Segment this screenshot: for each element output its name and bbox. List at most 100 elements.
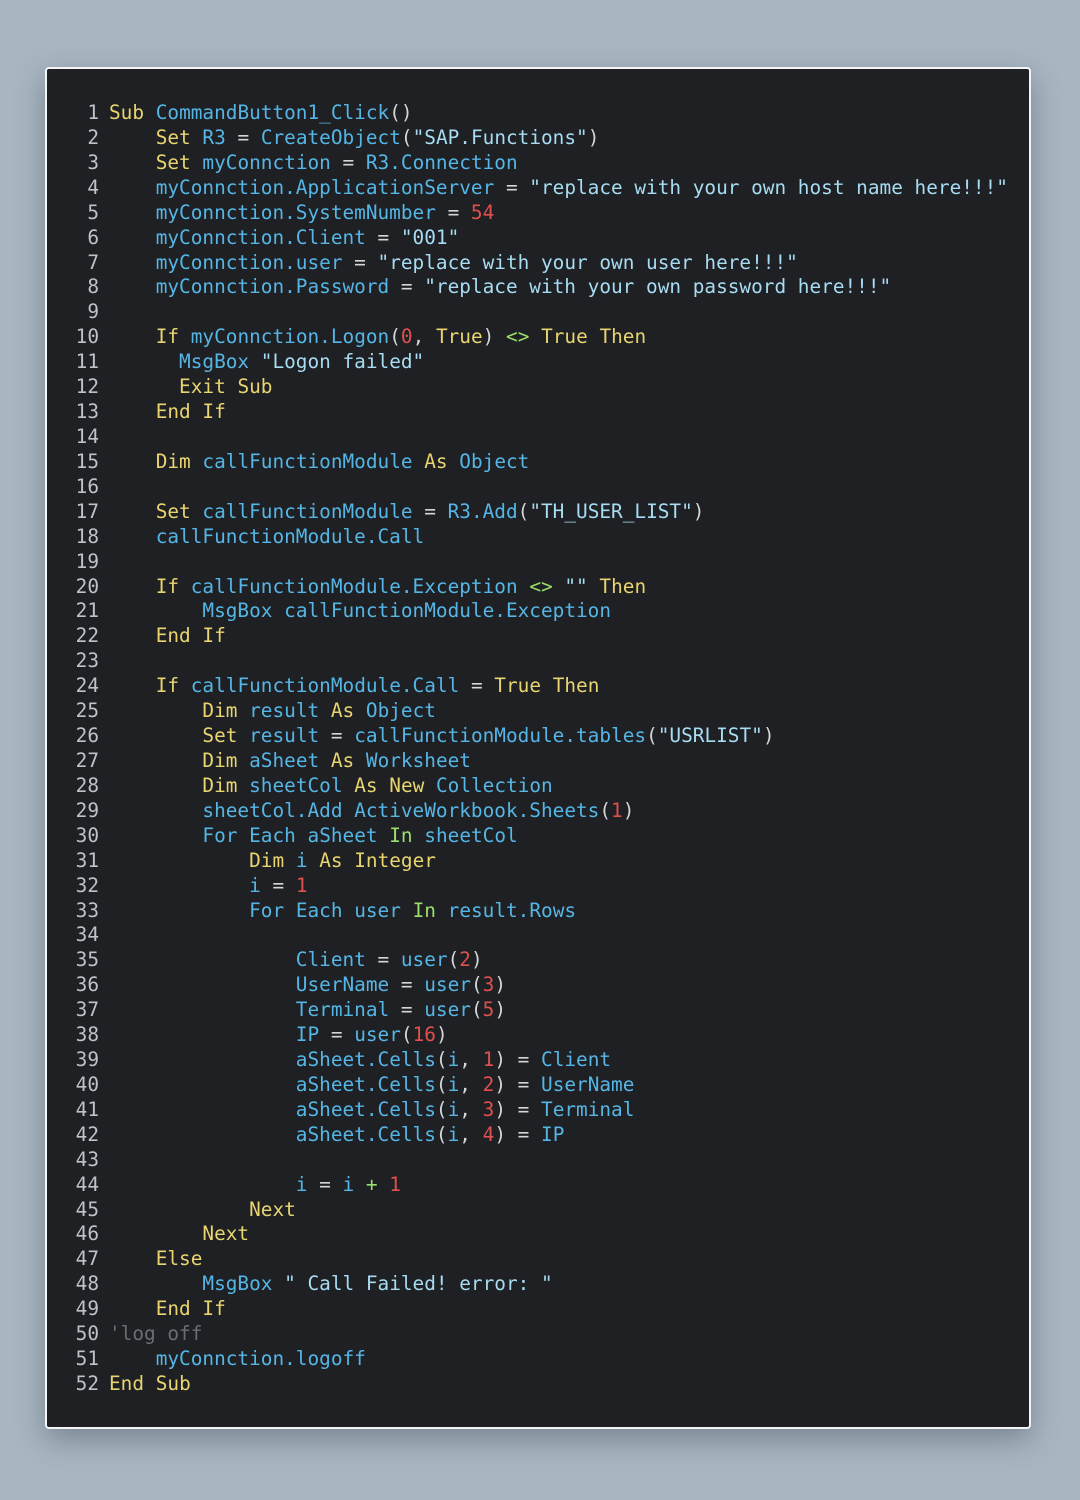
code-line: 42 aSheet.Cells(i, 4) = IP (47, 1123, 1008, 1148)
code-token: "SAP.Functions" (412, 125, 588, 149)
code-token: = (459, 674, 495, 698)
code-token: ) (435, 1023, 448, 1047)
code-token: callFunctionModule.Call (155, 524, 425, 548)
code-token: user (400, 948, 448, 972)
code-token: End (109, 1372, 145, 1396)
code-token: = (260, 873, 296, 897)
code-line: 50 'log off (47, 1322, 1008, 1347)
line-number: 3 (87, 150, 99, 174)
line-number: 44 (75, 1172, 99, 1196)
code-token: True (435, 325, 483, 349)
code-token: If (202, 400, 226, 424)
code-line: 26 Set result = callFunctionModule.table… (47, 724, 1008, 749)
line-number: 18 (75, 524, 99, 548)
code-token: , (459, 1048, 483, 1072)
code-token: user (424, 998, 471, 1022)
line-number: 19 (75, 549, 99, 573)
code-token: "Logon failed" (260, 350, 425, 374)
code-token: ) = (494, 1122, 542, 1146)
code-token: CommandButton1_Click (155, 101, 390, 124)
line-number: 52 (75, 1372, 99, 1396)
code-token: Collection (435, 773, 553, 797)
code-token: UserName (295, 973, 390, 997)
code-line: 27 Dim aSheet As Worksheet (47, 749, 1008, 774)
code-token: Set (155, 150, 191, 174)
code-line: 31 Dim i As Integer (47, 849, 1008, 874)
code-token: = (365, 225, 401, 249)
line-number: 12 (75, 375, 99, 399)
code-token: As (319, 848, 343, 872)
code-token: ) = (494, 1072, 542, 1096)
code-token: () (389, 101, 413, 124)
code-line: 44 i = i + 1 (47, 1173, 1008, 1198)
code-token: i (342, 1172, 355, 1196)
line-number: 43 (75, 1147, 99, 1171)
line-number: 22 (75, 624, 99, 648)
code-line: 7 myConnction.user = "replace with your … (47, 251, 1008, 276)
code-token: 0 (400, 325, 413, 349)
code-token: Client (541, 1048, 612, 1072)
code-line: 18 callFunctionModule.Call (47, 525, 1008, 550)
code-token: result (249, 724, 320, 748)
line-number: 4 (87, 175, 99, 199)
code-token: Dim (202, 773, 238, 797)
code-token: Next (202, 1222, 250, 1246)
code-token: user (354, 898, 401, 922)
code-token: ) (692, 499, 705, 523)
code-token: R3 (202, 125, 226, 149)
code-token: callFunctionModule.Exception (284, 599, 612, 623)
code-token: For (249, 898, 285, 922)
code-token: "replace with your own password here!!!" (424, 275, 892, 299)
code-token: , (412, 325, 436, 349)
code-line: 39 aSheet.Cells(i, 1) = Client (47, 1048, 1008, 1073)
line-number: 7 (87, 250, 99, 274)
code-token: "TH_USER_LIST" (529, 499, 693, 523)
code-token: = (319, 724, 355, 748)
code-token: For (202, 823, 238, 847)
code-line: 2 Set R3 = CreateObject("SAP.Functions") (47, 126, 1008, 151)
code-line: 47 Else (47, 1247, 1008, 1272)
code-token: Set (155, 499, 191, 523)
code-line: 29 sheetCol.Add ActiveWorkbook.Sheets(1) (47, 799, 1008, 824)
code-line: 41 aSheet.Cells(i, 3) = Terminal (47, 1098, 1008, 1123)
line-number: 14 (75, 424, 99, 448)
code-token: "" (564, 574, 588, 598)
code-token: " Call Failed! error: " (284, 1272, 553, 1296)
code-token: Each (249, 823, 296, 847)
code-token: Object (459, 449, 530, 473)
code-token: i (295, 848, 308, 872)
code-line: 24 If callFunctionModule.Call = True The… (47, 674, 1008, 699)
line-number: 46 (75, 1222, 99, 1246)
line-number: 42 (75, 1122, 99, 1146)
code-token: Worksheet (365, 748, 471, 772)
line-number: 2 (87, 125, 99, 149)
code-token: ) (494, 998, 506, 1022)
code-token: IP (541, 1122, 565, 1146)
code-token: Set (155, 125, 191, 149)
code-token: 2 (482, 1072, 495, 1096)
code-token: aSheet.Cells (295, 1048, 436, 1072)
line-number: 41 (75, 1097, 99, 1121)
line-number: 6 (87, 225, 99, 249)
